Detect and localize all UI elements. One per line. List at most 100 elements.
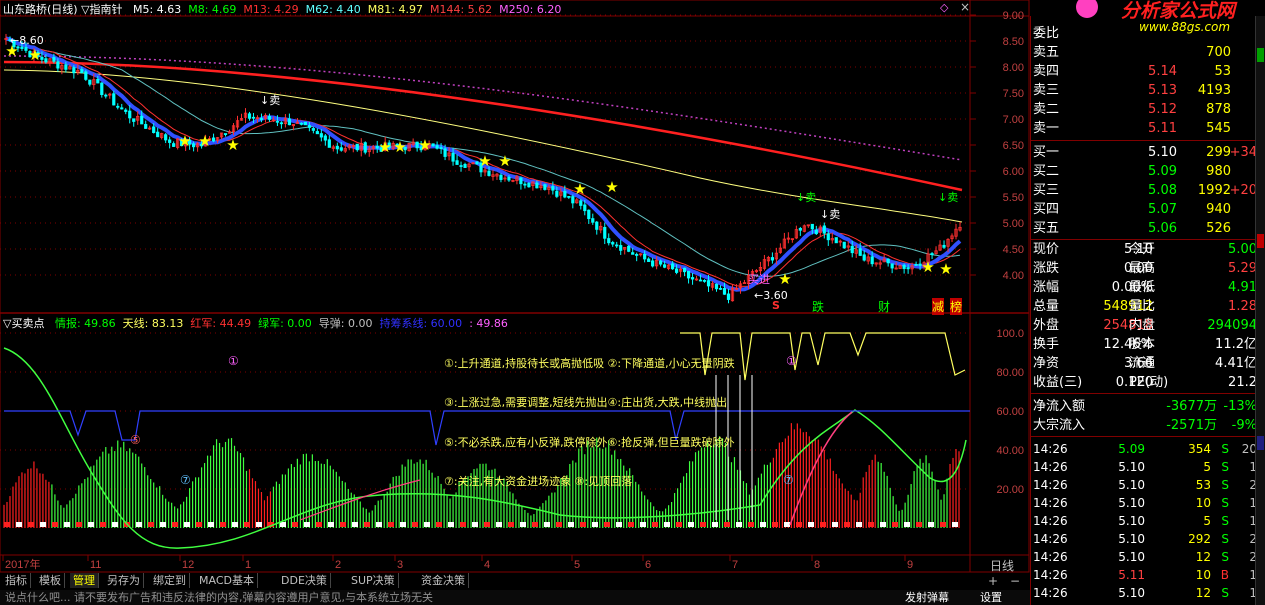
tick-cell: 14:26 bbox=[1033, 478, 1068, 492]
flow-row[interactable]: 净流入额 -3677万 -13% bbox=[1031, 397, 1257, 416]
candle-body bbox=[615, 244, 619, 247]
stat-row[interactable]: 涨幅 0.00% 最低 4.91 bbox=[1031, 278, 1257, 297]
high-price-label: ←8.60 bbox=[10, 34, 44, 47]
stat-row-cell: 内盘 bbox=[1129, 318, 1156, 333]
candle-body bbox=[299, 122, 303, 125]
sell-row[interactable]: 卖三 5.13 4193 bbox=[1031, 81, 1257, 100]
base-strip-segment bbox=[904, 522, 910, 527]
tick-cell: S bbox=[1221, 442, 1229, 456]
candle-body bbox=[718, 287, 723, 290]
flow-row[interactable]: 大宗流入 -2571万 -9% bbox=[1031, 416, 1257, 435]
candle-body bbox=[543, 184, 547, 190]
tick-cell: S bbox=[1221, 460, 1229, 474]
buy-row[interactable]: 买三 5.08 1992 +20 bbox=[1031, 181, 1257, 200]
base-strip-segment bbox=[16, 522, 22, 527]
stat-row[interactable]: 现价 5.10 今开 5.00 bbox=[1031, 240, 1257, 259]
star-marker: ★ bbox=[921, 258, 934, 276]
candle-body bbox=[499, 174, 503, 180]
tab-3[interactable]: 另存为 bbox=[104, 573, 144, 588]
indicator-value-3: 绿军: 0.00 bbox=[258, 317, 312, 330]
base-strip-segment bbox=[208, 522, 214, 527]
tab-5[interactable]: MACD基本 bbox=[196, 573, 258, 588]
candle-body bbox=[714, 283, 719, 290]
indicator-value-6: : 49.86 bbox=[469, 317, 508, 330]
buy-row[interactable]: 买一 5.10 299 +34 bbox=[1031, 143, 1257, 162]
buy-row[interactable]: 买五 5.06 526 bbox=[1031, 219, 1257, 238]
minus-icon[interactable]: − bbox=[1010, 574, 1020, 588]
base-strip-segment bbox=[436, 522, 442, 527]
base-strip-segment bbox=[280, 522, 286, 527]
candle-body bbox=[251, 116, 256, 119]
candle-body bbox=[431, 143, 435, 147]
date-axis-label: 3 bbox=[397, 559, 403, 571]
tab-1[interactable]: 模板 bbox=[36, 573, 65, 588]
base-strip-segment bbox=[184, 522, 190, 527]
base-strip-segment bbox=[340, 522, 346, 527]
stat-row[interactable]: 外盘 254818 内盘 294094 bbox=[1031, 316, 1257, 335]
indicator-axis-label: 60.00 bbox=[996, 406, 1024, 418]
buy-row[interactable]: 买二 5.09 980 bbox=[1031, 162, 1257, 181]
indicator-value-5: 持筹系线: 60.00 bbox=[379, 317, 463, 330]
sell-row[interactable]: 卖一 5.11 545 bbox=[1031, 119, 1257, 138]
sell-row[interactable]: 卖二 5.12 878 bbox=[1031, 100, 1257, 119]
settings-button[interactable]: 设置 bbox=[980, 590, 1002, 605]
base-strip-segment bbox=[136, 522, 142, 527]
buy-row[interactable]: 买四 5.07 940 bbox=[1031, 200, 1257, 219]
tick-cell: S bbox=[1221, 496, 1229, 510]
sell-row-cell: 卖五 bbox=[1033, 45, 1060, 60]
candle-body bbox=[870, 256, 874, 265]
tab-0[interactable]: 指标 bbox=[2, 573, 31, 588]
tick-cell: S bbox=[1221, 550, 1229, 564]
tab-7[interactable]: SUP决策 bbox=[348, 573, 399, 588]
ma-value-2: M13: 4.29 bbox=[243, 3, 299, 16]
tab-2[interactable]: 管理 bbox=[70, 573, 99, 588]
weibi-row[interactable]: 委比 bbox=[1031, 24, 1257, 43]
stat-row[interactable]: 收益(三) 0.120 PE(动) 21.2 bbox=[1031, 373, 1257, 392]
stat-row-cell: 21.2 bbox=[1228, 375, 1257, 390]
candle-body bbox=[64, 64, 68, 70]
chart-title[interactable]: 山东路桥(日线) ▽指南针 bbox=[3, 3, 123, 16]
price-axis-label: 8.50 bbox=[1003, 36, 1024, 48]
sidebar-tab[interactable] bbox=[1257, 234, 1264, 248]
sidebar-tab[interactable] bbox=[1257, 48, 1264, 62]
tab-4[interactable]: 绑定到 bbox=[150, 573, 190, 588]
candle-body bbox=[834, 237, 838, 244]
price-axis-label: 6.00 bbox=[1003, 166, 1024, 178]
candle-body bbox=[487, 170, 491, 176]
close-icon[interactable]: × bbox=[960, 0, 970, 14]
plus-icon[interactable]: + bbox=[988, 574, 998, 588]
period-label[interactable]: 日线 bbox=[990, 557, 1014, 574]
indicator-title[interactable]: ▽买卖点 bbox=[3, 317, 44, 330]
sell-row[interactable]: 卖四 5.14 53 bbox=[1031, 62, 1257, 81]
side-scrollbar[interactable] bbox=[1255, 16, 1265, 605]
stat-row[interactable]: 涨跌 0.00 最高 5.29 bbox=[1031, 259, 1257, 278]
sell-row[interactable]: 卖五 700 bbox=[1031, 43, 1257, 62]
sell-row-cell: 700 bbox=[1206, 45, 1231, 60]
date-axis-label: 2 bbox=[335, 559, 341, 571]
base-strip-segment bbox=[628, 522, 634, 527]
candle-body bbox=[850, 245, 854, 254]
tab-6[interactable]: DDE决策 bbox=[278, 573, 331, 588]
candle-body bbox=[104, 94, 108, 97]
base-strip-segment bbox=[28, 522, 34, 527]
buy-row-cell: 526 bbox=[1206, 221, 1231, 236]
buy-row-cell: 买二 bbox=[1033, 164, 1060, 179]
tick-cell: 14:26 bbox=[1033, 496, 1068, 510]
tick-cell: 5.10 bbox=[1118, 586, 1145, 600]
tab-8[interactable]: 资金决策 bbox=[418, 573, 469, 588]
stat-row-cell: 11.2亿 bbox=[1215, 337, 1257, 352]
stat-row-cell: 量比 bbox=[1129, 299, 1156, 314]
stat-row[interactable]: 换手 12.46% 股本 11.2亿 bbox=[1031, 335, 1257, 354]
star-marker: ★ bbox=[378, 138, 391, 156]
stat-row[interactable]: 总量 548912 量比 1.28 bbox=[1031, 297, 1257, 316]
buy-signal-label: 买进 bbox=[748, 273, 770, 286]
stat-row[interactable]: 净资 3.66 流通 4.41亿 bbox=[1031, 354, 1257, 373]
date-axis-label: 11 bbox=[90, 559, 101, 571]
candle-body bbox=[906, 267, 910, 270]
tick-cell: 12 bbox=[1195, 586, 1211, 600]
danmaku-input[interactable]: 说点什么吧... 请不要发布广告和违反法律的内容,弹幕内容遵用户意见,与本系统立… bbox=[5, 591, 433, 604]
candle-body bbox=[663, 264, 667, 268]
send-danmaku-button[interactable]: 发射弹幕 bbox=[905, 590, 949, 605]
sidebar-tab[interactable] bbox=[1257, 436, 1264, 450]
diamond-icon[interactable]: ◇ bbox=[940, 1, 948, 14]
